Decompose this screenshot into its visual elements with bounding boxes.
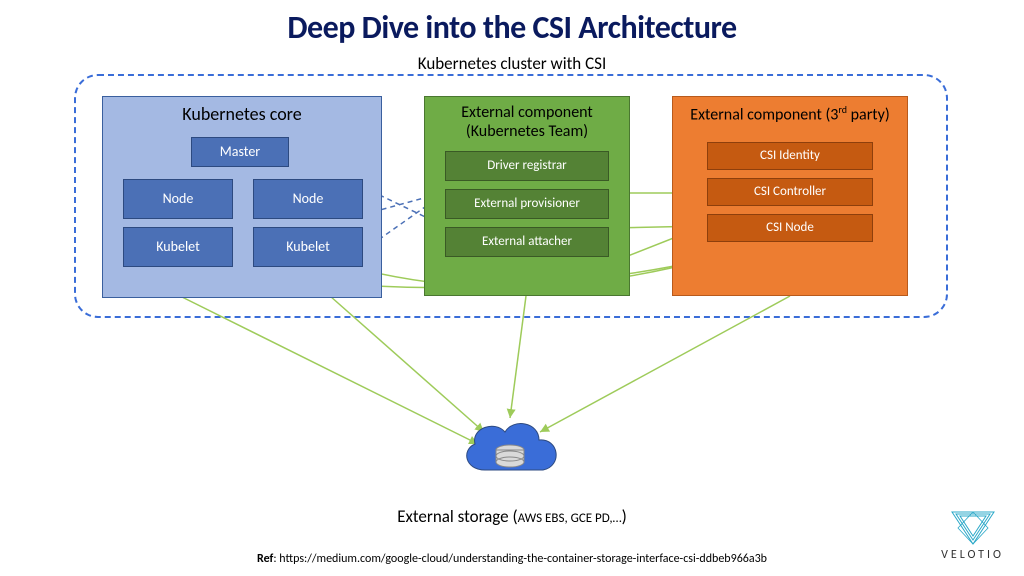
- storage-suffix: ): [622, 506, 627, 527]
- external-k8s-header: External component (Kubernetes Team): [431, 103, 623, 141]
- storage-prefix: External storage (: [397, 506, 517, 527]
- k8s-core-box: Kubernetes core Master Node Kubelet Node…: [102, 96, 382, 298]
- cloud-icon: [455, 410, 565, 482]
- storage-examples: AWS EBS, GCE PD,…: [518, 511, 622, 526]
- node-column-left: Node Kubelet: [123, 179, 233, 275]
- ref-url: : https://medium.com/google-cloud/unders…: [273, 552, 767, 566]
- external-3p-header: External component (3rd party): [683, 103, 897, 124]
- node-column-right: Node Kubelet: [253, 179, 363, 275]
- node-box: Node: [253, 179, 363, 219]
- external-attacher-box: External attacher: [445, 227, 609, 257]
- k8s-core-header: Kubernetes core: [103, 103, 381, 125]
- external-provisioner-box: External provisioner: [445, 189, 609, 219]
- driver-registrar-box: Driver registrar: [445, 151, 609, 181]
- ref-label: Ref: [257, 552, 273, 566]
- master-box: Master: [191, 137, 289, 167]
- page-title: Deep Dive into the CSI Architecture: [0, 8, 1024, 47]
- csi-node-box: CSI Node: [707, 214, 873, 242]
- csi-identity-box: CSI Identity: [707, 142, 873, 170]
- cluster-label: Kubernetes cluster with CSI: [0, 53, 1024, 74]
- ext3p-suffix: party): [847, 105, 890, 124]
- ext3p-prefix: External component (3: [690, 105, 838, 124]
- ext3p-sup: rd: [838, 103, 847, 116]
- kubelet-box: Kubelet: [253, 227, 363, 267]
- velotio-logo: VELOTIO: [941, 510, 1004, 562]
- logo-icon: [950, 510, 996, 546]
- logo-text: VELOTIO: [941, 548, 1004, 562]
- external-3p-box: External component (3rd party) CSI Ident…: [672, 96, 908, 296]
- reference-text: Ref: https://medium.com/google-cloud/und…: [0, 552, 1024, 566]
- external-k8s-box: External component (Kubernetes Team) Dri…: [424, 96, 630, 296]
- csi-controller-box: CSI Controller: [707, 178, 873, 206]
- kubelet-box: Kubelet: [123, 227, 233, 267]
- external-storage-label: External storage (AWS EBS, GCE PD,…): [0, 506, 1024, 527]
- node-box: Node: [123, 179, 233, 219]
